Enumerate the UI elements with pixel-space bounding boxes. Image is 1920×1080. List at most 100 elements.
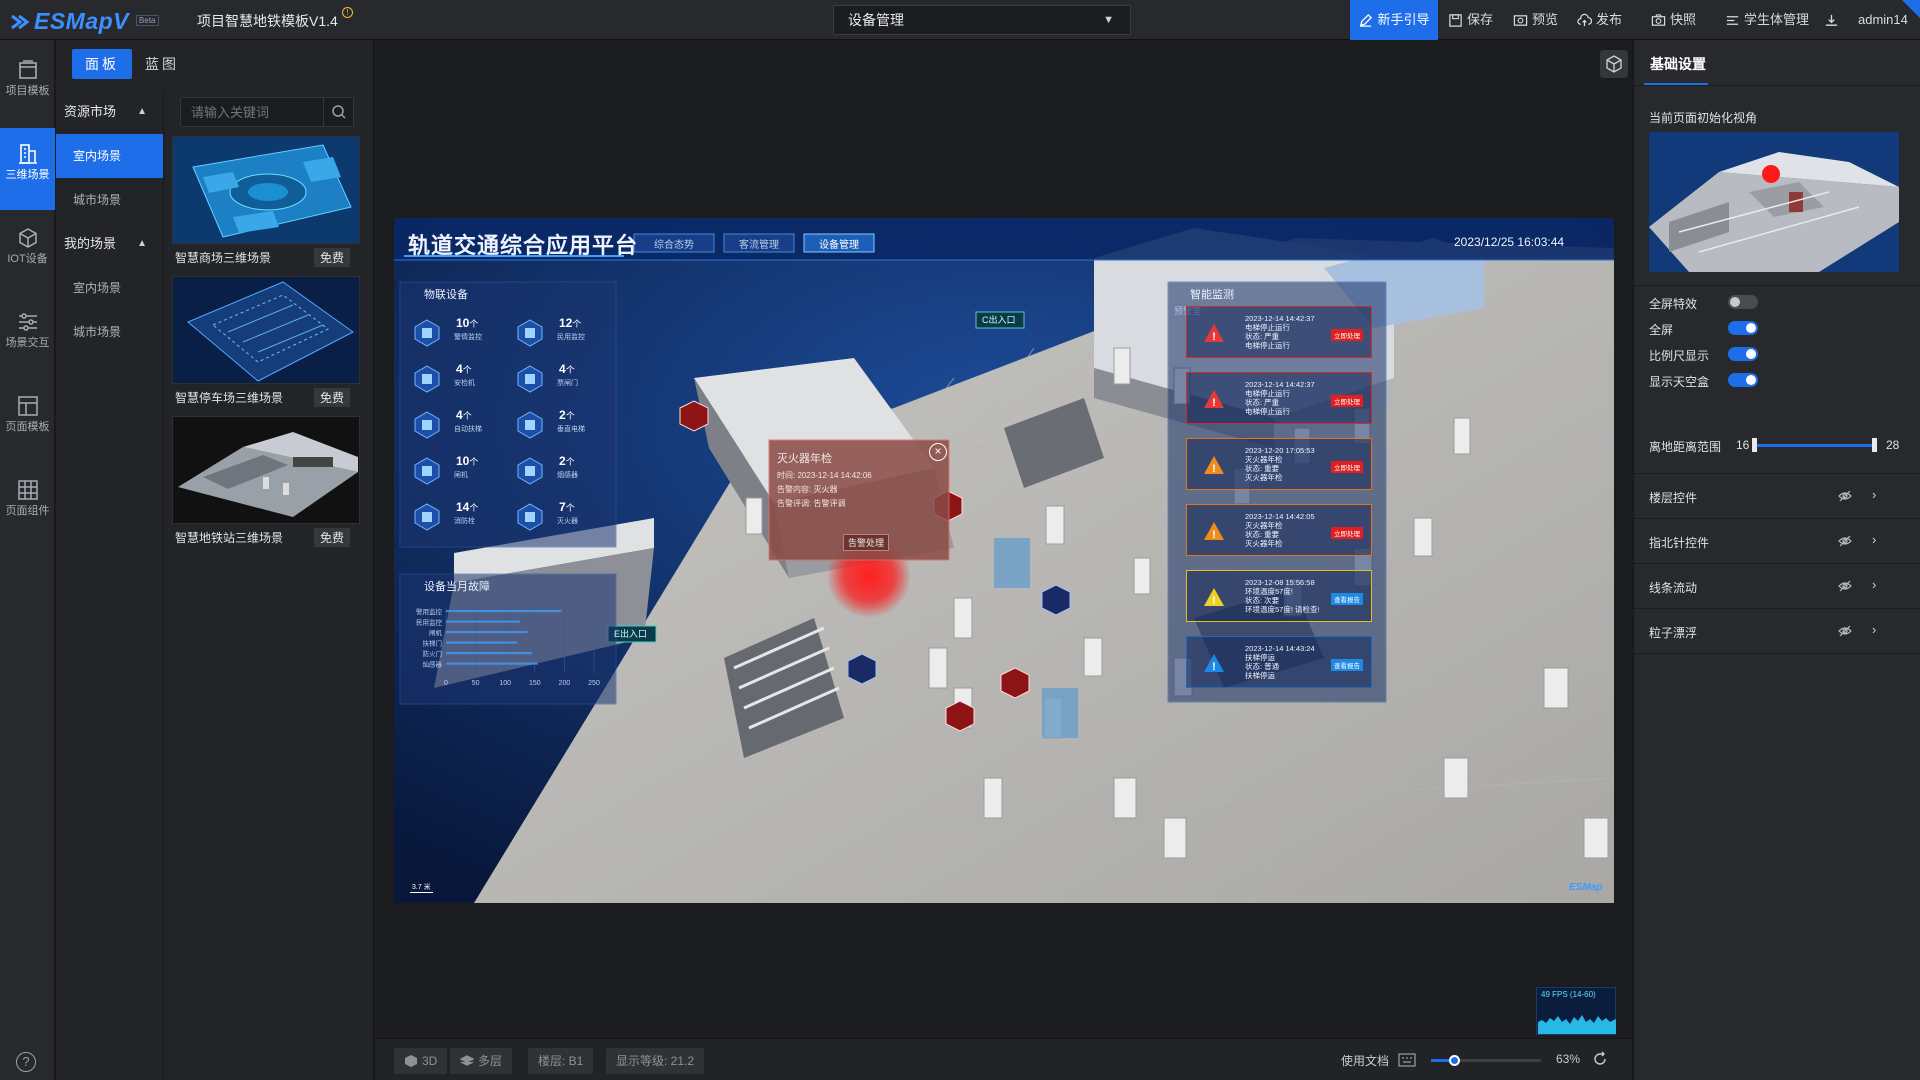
alert-card[interactable]: ! 2023-12-14 14:42:37 电梯停止运行 状态: 严重 电梯停止… [1186,306,1372,358]
tab-panel[interactable]: 面板 [72,49,132,79]
category-item-city[interactable]: 城市场景 [56,178,163,222]
device-stat[interactable]: 4个 安检机 [408,360,506,398]
tab-basic-settings[interactable]: 基础设置 [1650,54,1706,74]
device-stat[interactable]: 7个 灭火器 [511,498,609,536]
device-icon [517,411,543,439]
alert-card[interactable]: ! 2023-12-14 14:42:05 灭火器年检 状态: 重要 灭火器年检… [1186,504,1372,556]
category-item-my-city[interactable]: 城市场景 [56,310,163,354]
student-manage-button[interactable]: 学生体管理 [1725,0,1809,40]
project-title: 项目智慧地铁模板V1.4 [197,13,338,29]
scene-card-mall[interactable]: 智慧商场三维场景 免费 [172,136,362,267]
eye-off-icon[interactable] [1838,534,1852,548]
page-select[interactable]: 设备管理 ▼ [833,5,1131,35]
distance-range-slider[interactable] [1752,438,1877,452]
category-group-market[interactable]: 资源市场 ▲ [56,90,163,134]
toggle-switch[interactable] [1728,373,1758,387]
control-row[interactable]: 楼层控件 › [1634,474,1920,519]
alert-action-button[interactable]: 立即处理 [1331,395,1363,407]
alert-action-button[interactable]: 查看报告 [1331,659,1363,671]
control-row[interactable]: 线条流动 › [1634,564,1920,609]
save-button[interactable]: 保存 [1448,0,1493,40]
eye-off-icon[interactable] [1838,579,1852,593]
rail-scene-interaction[interactable]: 场景交互 [0,296,55,378]
alert-action-button[interactable]: 查看报告 [1331,593,1363,605]
device-stat[interactable]: 4个 票闸门 [511,360,609,398]
user-menu[interactable]: admin14 [1858,0,1908,40]
device-count-value: 4 [559,362,566,376]
close-icon[interactable]: × [929,443,947,461]
range-handle-max[interactable] [1872,438,1877,452]
device-stat[interactable]: 10个 闸机 [408,452,506,490]
control-row[interactable]: 指北针控件 › [1634,519,1920,564]
device-label: 民用监控 [557,334,585,341]
snapshot-button[interactable]: 快照 [1651,0,1696,40]
scene-card-name: 智慧地铁站三维场景 [175,531,284,545]
device-stat[interactable]: 14个 消防栓 [408,498,506,536]
toggle-switch[interactable] [1728,347,1758,361]
alert-action-button[interactable]: 立即处理 [1331,461,1363,473]
rail-page-component[interactable]: 页面组件 [0,464,55,546]
guide-button[interactable]: 新手引导 [1350,0,1438,40]
search-icon[interactable] [323,98,353,126]
preview-button[interactable]: 预览 [1513,0,1558,40]
category-group-mine[interactable]: 我的场景 ▲ [56,222,163,266]
tab-blueprint[interactable]: 蓝图 [132,49,192,79]
alarm-popup[interactable]: 灭火器年检 × 时间: 2023-12-14 14:42:06 告警内容: 灭火… [769,440,949,560]
category-item-indoor[interactable]: 室内场景 [56,134,163,178]
eye-off-icon[interactable] [1838,489,1852,503]
keyboard-icon[interactable] [1398,1053,1416,1067]
device-stat[interactable]: 10个 警情监控 [408,314,506,352]
svg-text:!: ! [1212,397,1216,409]
search-input[interactable] [181,98,321,126]
alert-action-button[interactable]: 立即处理 [1331,329,1363,341]
download-button[interactable] [1824,0,1839,40]
control-label: 楼层控件 [1649,491,1698,505]
control-row[interactable]: 粒子漂浮 › [1634,609,1920,654]
warning-icon: ! [1204,324,1224,343]
help-icon[interactable]: ? [16,1052,36,1072]
toggle-switch[interactable] [1728,321,1758,335]
chevron-right-icon[interactable]: › [1872,487,1876,502]
scene-nav-overview[interactable]: 综合态势 [634,236,714,251]
chevron-right-icon[interactable]: › [1872,622,1876,637]
init-view-thumbnail[interactable] [1649,132,1899,272]
range-handle-min[interactable] [1752,438,1757,452]
scene-card-metro[interactable]: 智慧地铁站三维场景 免费 [172,416,362,547]
floor-indicator[interactable]: 楼层: B1 [528,1048,594,1074]
scene-card-parking[interactable]: 智慧停车场三维场景 免费 [172,276,362,407]
multi-floor-button[interactable]: 多层 [450,1048,513,1074]
rail-page-template[interactable]: 页面模板 [0,380,55,462]
reset-icon[interactable] [1592,1051,1608,1067]
chevron-right-icon[interactable]: › [1872,532,1876,547]
rail-3d-scene[interactable]: 三维场景 [0,128,55,210]
rail-label: 三维场景 [5,169,50,181]
rail-project-template[interactable]: 项目模板 [0,44,55,126]
device-stat[interactable]: 4个 自动扶梯 [408,406,506,444]
category-item-my-indoor[interactable]: 室内场景 [56,266,163,310]
device-stat[interactable]: 12个 民用监控 [511,314,609,352]
info-icon[interactable]: ! [342,7,353,18]
scene-nav-device[interactable]: 设备管理 [804,236,874,251]
chevron-right-icon[interactable]: › [1872,577,1876,592]
zoom-slider-handle[interactable] [1449,1055,1460,1066]
app-logo[interactable]: ESMapV Beta [10,8,159,35]
device-stat[interactable]: 2个 垂直电梯 [511,406,609,444]
alert-card[interactable]: ! 2023-12-08 15:56:58 环境温度57度! 状态: 次要 环境… [1186,570,1372,622]
view-cube-button[interactable] [1600,50,1628,78]
toggle-switch[interactable] [1728,295,1758,309]
zoom-slider[interactable] [1431,1055,1541,1066]
alert-card[interactable]: ! 2023-12-14 14:42:37 电梯停止运行 状态: 严重 电梯停止… [1186,372,1372,424]
alert-card[interactable]: ! 2023-12-14 14:43:24 扶梯停运 状态: 普通 扶梯停运 查… [1186,636,1372,688]
rail-iot-device[interactable]: IOT设备 [0,212,55,294]
device-stat[interactable]: 2个 烟感器 [511,452,609,490]
mode-3d-button[interactable]: 3D [394,1048,448,1074]
popup-action-button[interactable]: 告警处理 [843,534,890,551]
scene-nav-flow[interactable]: 客流管理 [724,236,794,251]
eye-off-icon[interactable] [1838,624,1852,638]
publish-button[interactable]: 发布 [1577,0,1622,40]
docs-link[interactable]: 使用文档 [1341,1052,1389,1069]
warning-icon: ! [1204,522,1224,541]
alert-card[interactable]: ! 2023-12-20 17:05:53 灭火器年检 状态: 重要 灭火器年检… [1186,438,1372,490]
alert-action-button[interactable]: 立即处理 [1331,527,1363,539]
scene-viewport[interactable]: 轨道交通综合应用平台 综合态势 客流管理 设备管理 2023/12/25 16:… [394,218,1614,903]
